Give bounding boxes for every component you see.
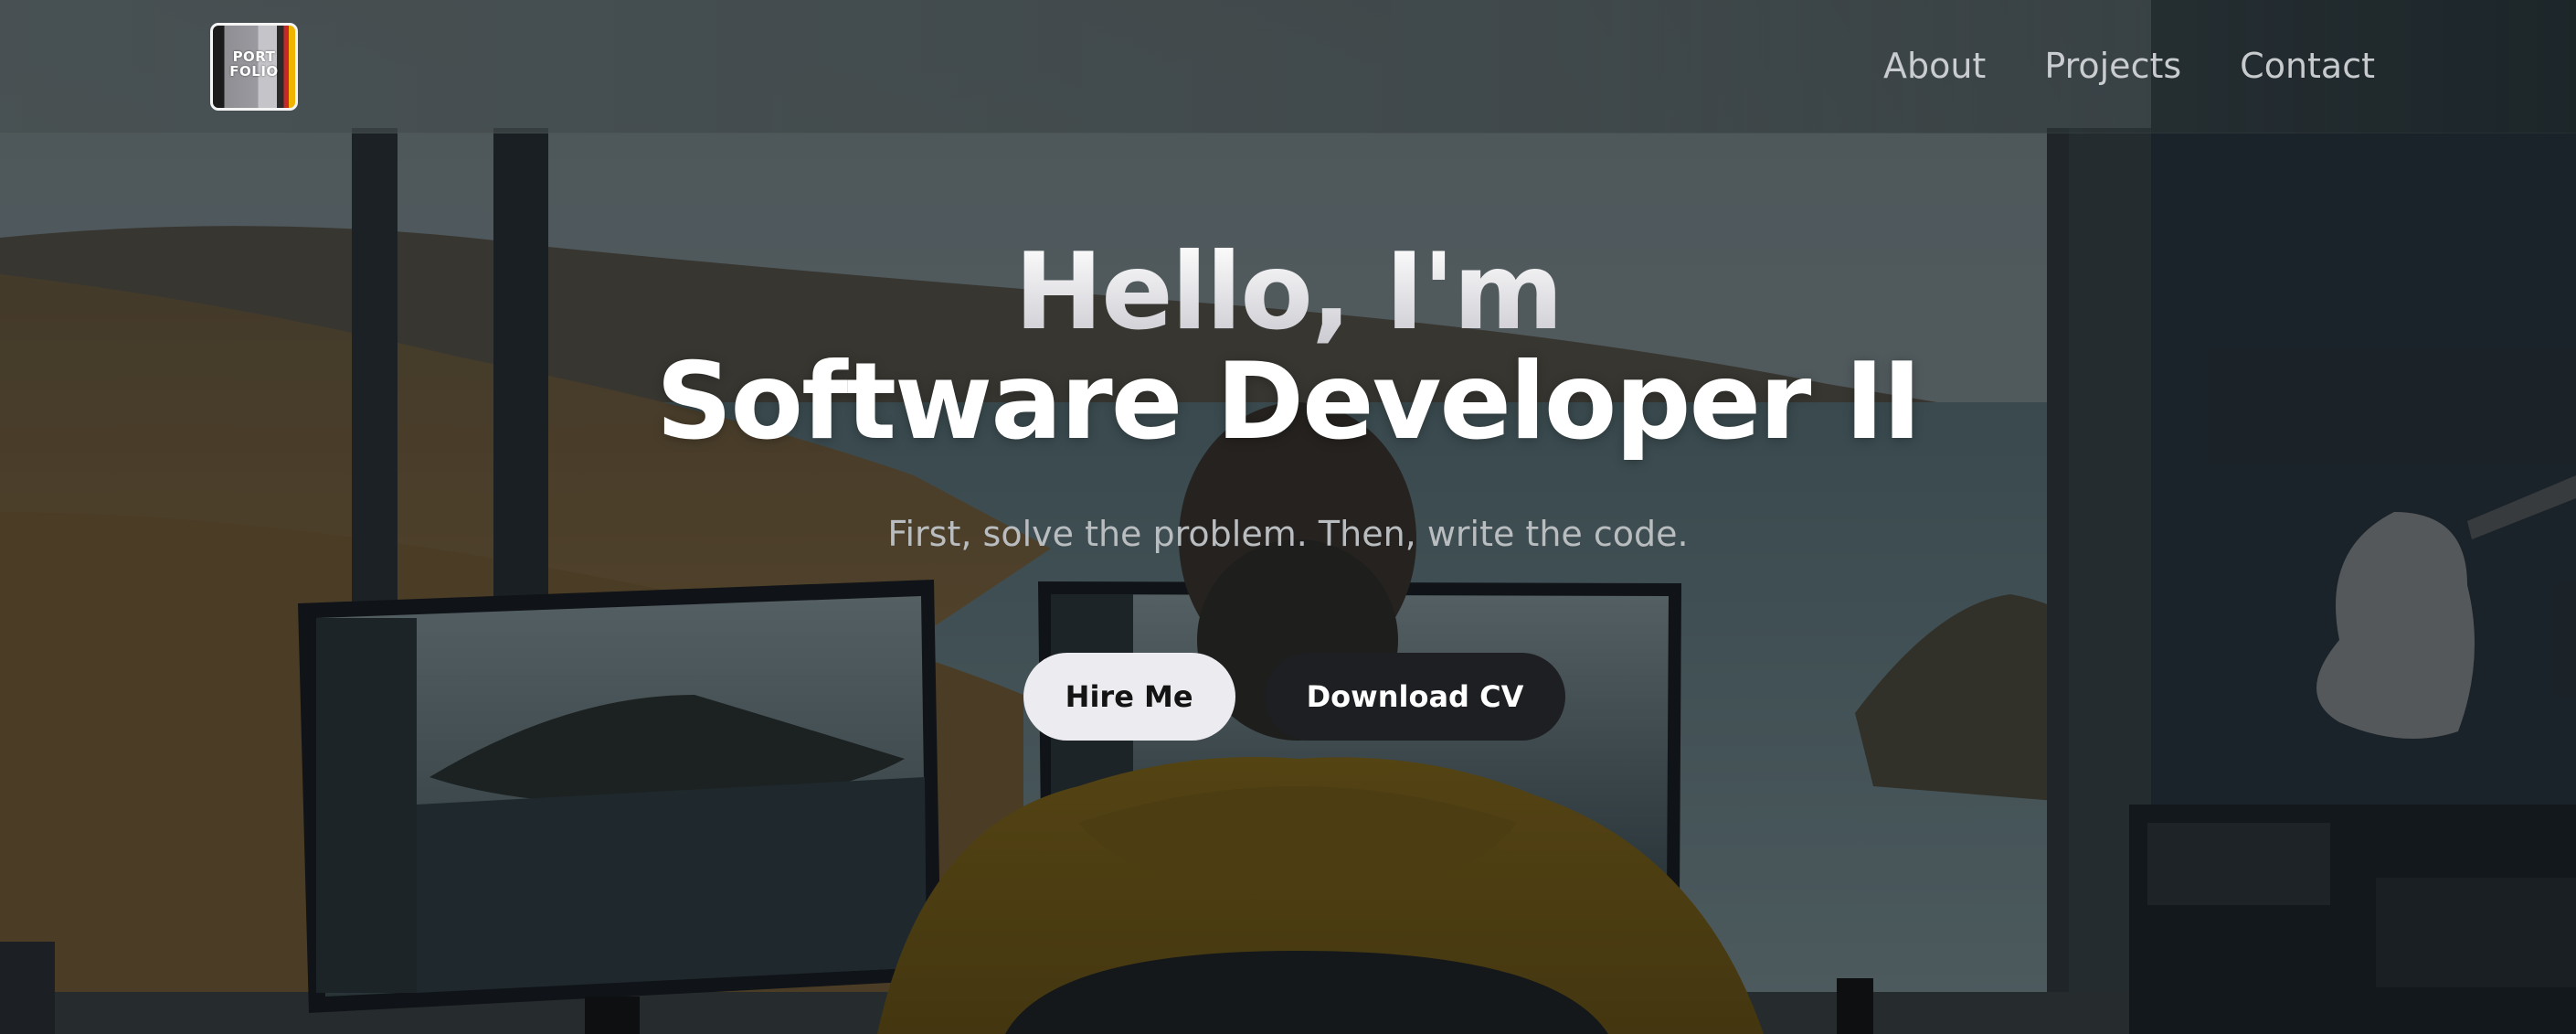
hero-section: Hello, I'm Software Developer II First, … [0,238,2576,741]
portfolio-page: PORT FOLIO About Projects Contact Hello,… [0,0,2576,1034]
nav-link-projects[interactable]: Projects [2044,40,2181,91]
logo-text: PORT FOLIO [213,49,295,79]
logo-text-line2: FOLIO [229,63,279,80]
hero-button-group: Hire Me Download CV [0,653,2576,741]
portfolio-logo-icon[interactable]: PORT FOLIO [210,23,298,111]
hero-greeting: Hello, I'm [0,238,2576,347]
top-navigation-bar: PORT FOLIO About Projects Contact [0,0,2576,133]
nav-link-about[interactable]: About [1883,40,1986,91]
logo-text-line1: PORT [232,48,276,65]
hire-me-button[interactable]: Hire Me [1023,653,1235,741]
main-nav: About Projects Contact [1883,40,2375,91]
nav-link-contact[interactable]: Contact [2240,40,2375,91]
hero-title: Software Developer II [655,340,1922,464]
hero-tagline: First, solve the problem. Then, write th… [887,514,1689,554]
download-cv-button[interactable]: Download CV [1264,653,1566,741]
